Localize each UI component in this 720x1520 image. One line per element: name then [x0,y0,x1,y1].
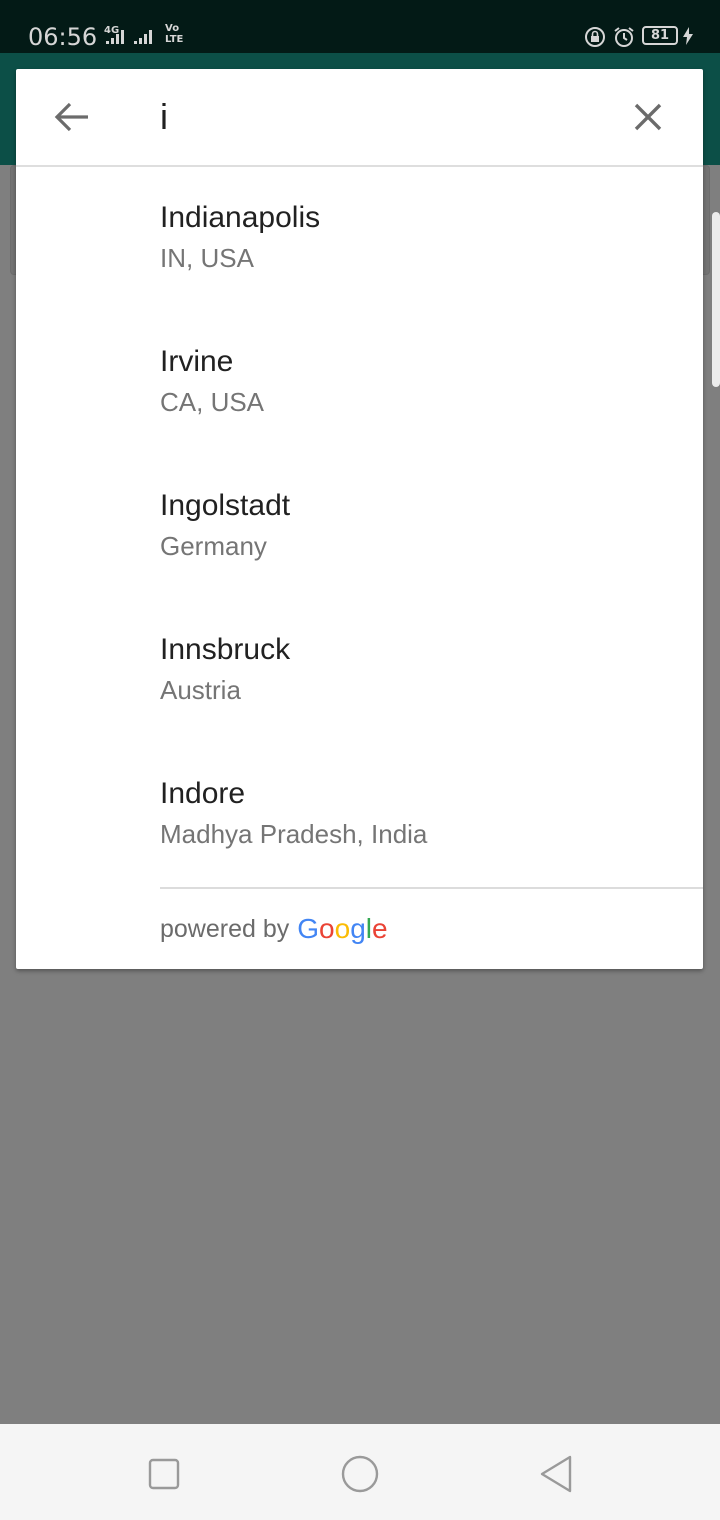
status-time: 06:56 [28,23,98,51]
signal-icon [106,30,124,44]
back-triangle-icon[interactable] [534,1452,578,1496]
result-detail: CA, USA [160,387,265,417]
result-detail: IN, USA [160,243,254,273]
rotation-lock-icon [585,27,605,47]
logo-letter: g [350,913,366,944]
charging-icon [683,27,693,45]
result-name: Innsbruck [160,633,291,666]
volte-label-bottom: LTE [165,34,184,45]
result-name: Indore [160,777,246,810]
back-button[interactable] [48,93,96,141]
result-detail: Germany [160,531,267,561]
powered-by-label: powered by [160,915,290,943]
battery-icon: 81 [642,26,678,45]
result-item[interactable]: Indianapolis IN, USA [16,167,703,311]
volte-label-top: Vo [165,23,180,34]
attribution-divider [160,887,703,889]
status-bar: 06:56 4G Vo LTE 81 [0,0,720,53]
place-search-panel: Indianapolis IN, USA Irvine CA, USA Ingo… [16,69,703,969]
clear-button[interactable] [624,93,672,141]
battery-level: 81 [650,28,670,43]
logo-letter: e [372,913,388,944]
results-list: Indianapolis IN, USA Irvine CA, USA Ingo… [16,167,703,887]
search-bar [16,69,703,167]
google-logo: Google [297,909,387,949]
result-item[interactable]: Irvine CA, USA [16,311,703,455]
search-input[interactable] [160,93,600,141]
result-detail: Austria [160,675,241,705]
logo-letter: o [319,913,335,944]
scrollbar-thumb[interactable] [712,212,720,387]
home-circle-icon[interactable] [338,1452,382,1496]
system-nav-bar [0,1424,720,1520]
result-item[interactable]: Innsbruck Austria [16,599,703,743]
result-item[interactable]: Indore Madhya Pradesh, India [16,743,703,887]
arrow-left-icon [54,102,88,132]
signal-icon [134,30,152,44]
result-name: Ingolstadt [160,489,291,522]
powered-by-attribution: powered by Google [160,909,388,949]
result-name: Indianapolis [160,201,321,234]
logo-letter: o [334,913,351,944]
close-icon [634,103,662,131]
alarm-icon [614,27,634,47]
recents-square-icon[interactable] [142,1452,186,1496]
logo-letter: G [297,913,320,944]
result-name: Irvine [160,345,234,378]
result-item[interactable]: Ingolstadt Germany [16,455,703,599]
result-detail: Madhya Pradesh, India [160,819,428,849]
